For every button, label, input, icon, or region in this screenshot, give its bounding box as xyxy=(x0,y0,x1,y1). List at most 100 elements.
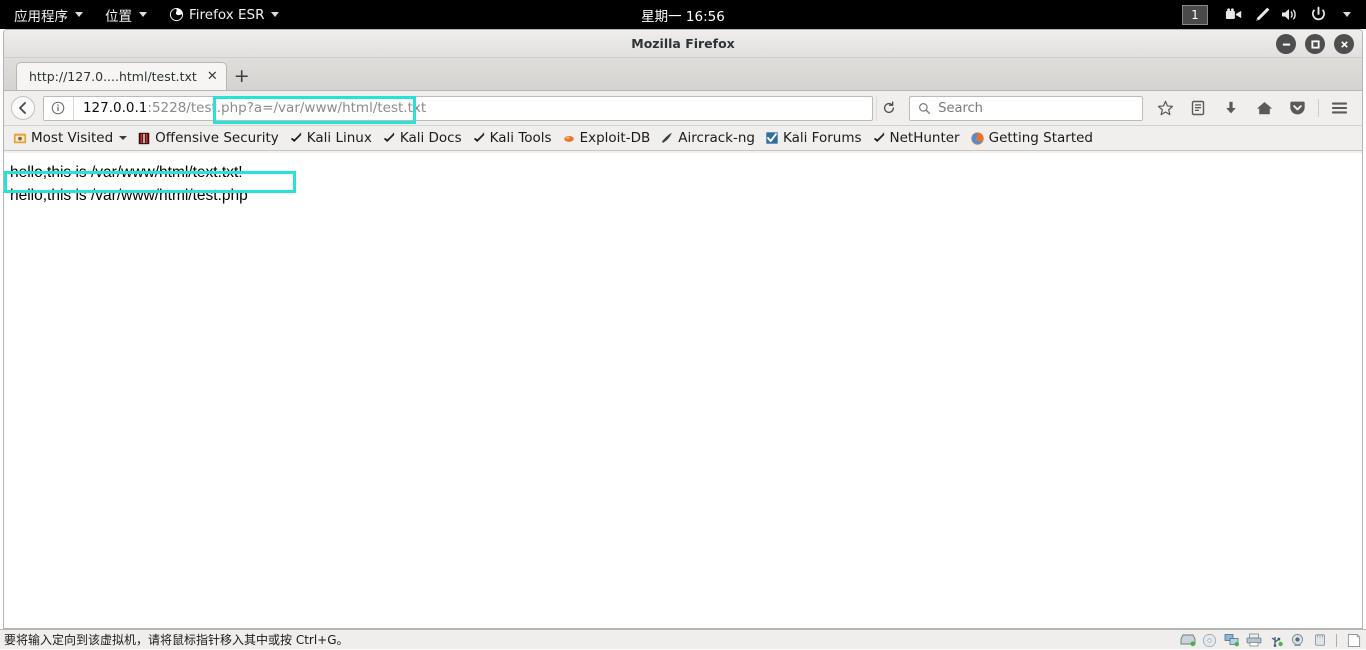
workspace-indicator[interactable]: 1 xyxy=(1182,5,1208,25)
bookmarks-toolbar: Most Visited Offensive Security Kali Lin… xyxy=(4,126,1362,151)
bookmark-star-icon[interactable] xyxy=(1149,94,1182,122)
vmware-tray-separator xyxy=(1336,634,1337,647)
page-text-line: hello,this is /var/www/html/text.txt! xyxy=(10,161,1362,184)
identity-box[interactable] xyxy=(44,97,74,120)
maximize-button[interactable] xyxy=(1305,34,1325,54)
vmware-status-message: 要将输入定向到该虚拟机，请将鼠标指针移入其中或按 Ctrl+G。 xyxy=(0,631,349,648)
minimize-button[interactable] xyxy=(1276,34,1296,54)
bookmark-kali-tools[interactable]: Kali Tools xyxy=(467,127,557,149)
power-icon[interactable] xyxy=(1304,0,1332,29)
bookmark-label: Aircrack-ng xyxy=(678,130,755,146)
video-camera-icon[interactable] xyxy=(1220,0,1248,29)
download-icon[interactable] xyxy=(1215,94,1248,122)
note-icon[interactable] xyxy=(1345,632,1362,648)
page-text-line: hello,this is /var/www/html/test.php xyxy=(10,184,1362,207)
window-title: Mozilla Firefox xyxy=(631,36,735,51)
kali-dragon-icon xyxy=(382,131,396,145)
toolbar-separator xyxy=(1318,99,1319,117)
firefox-icon xyxy=(169,7,184,22)
bookmark-label: NetHunter xyxy=(890,130,960,146)
printer-icon[interactable] xyxy=(1245,632,1262,648)
aircrack-icon xyxy=(660,131,674,145)
firefox-menu[interactable]: Firefox ESR xyxy=(158,0,290,29)
bookmark-kali-forums[interactable]: Kali Forums xyxy=(760,127,867,149)
bookmark-label: Kali Tools xyxy=(490,130,552,146)
bookmark-label: Kali Docs xyxy=(400,130,462,146)
places-menu[interactable]: 位置 xyxy=(94,0,158,29)
back-arrow-icon xyxy=(11,96,35,120)
tab-strip: http://127.0....html/test.txt ✕ + xyxy=(4,58,1362,91)
kali-dragon-icon xyxy=(872,131,886,145)
url-text[interactable]: 127.0.0.1:5228/test.php?a=/var/www/html/… xyxy=(74,100,426,116)
navigation-toolbar: 127.0.0.1:5228/test.php?a=/var/www/html/… xyxy=(4,91,1362,126)
kali-forums-icon xyxy=(765,131,779,145)
chevron-down-icon xyxy=(271,12,279,17)
search-bar[interactable]: Search xyxy=(909,96,1143,121)
menu-hamburger-icon[interactable] xyxy=(1323,94,1356,122)
chevron-down-icon xyxy=(75,12,83,17)
reload-button[interactable] xyxy=(876,96,901,121)
firefox-menu-label: Firefox ESR xyxy=(189,7,264,23)
window-controls xyxy=(1276,34,1354,54)
pen-icon[interactable] xyxy=(1248,0,1276,29)
network-icon[interactable] xyxy=(1223,632,1240,648)
kali-dragon-icon xyxy=(472,131,486,145)
vmware-status-bar: 要将输入定向到该虚拟机，请将鼠标指针移入其中或按 Ctrl+G。 xyxy=(0,629,1366,649)
bookmark-getting-started[interactable]: Getting Started xyxy=(965,127,1098,149)
removable-device-icon[interactable] xyxy=(1311,632,1328,648)
search-input-placeholder[interactable]: Search xyxy=(938,101,983,116)
applications-menu[interactable]: 应用程序 xyxy=(0,0,94,29)
toolbar-icons xyxy=(1149,94,1356,122)
bookmark-label: Most Visited xyxy=(31,130,113,146)
usb-icon[interactable] xyxy=(1267,632,1284,648)
exploit-db-icon xyxy=(562,131,576,145)
pocket-icon[interactable] xyxy=(1281,94,1314,122)
page-content: hello,this is /var/www/html/text.txt! he… xyxy=(4,153,1362,628)
reload-icon xyxy=(882,101,896,115)
volume-icon[interactable] xyxy=(1276,0,1304,29)
bookmark-exploit-db[interactable]: Exploit-DB xyxy=(557,127,656,149)
bookmark-nethunter[interactable]: NetHunter xyxy=(867,127,965,149)
bookmark-kali-docs[interactable]: Kali Docs xyxy=(377,127,467,149)
bookmark-aircrack-ng[interactable]: Aircrack-ng xyxy=(655,127,760,149)
window-titlebar: Mozilla Firefox xyxy=(4,30,1362,58)
firefox-icon xyxy=(970,131,985,146)
new-tab-button[interactable]: + xyxy=(227,62,257,90)
kali-dragon-icon xyxy=(289,131,303,145)
offensive-security-icon xyxy=(137,131,151,146)
browser-tab-label: http://127.0....html/test.txt xyxy=(29,69,197,84)
library-icon[interactable] xyxy=(1182,94,1215,122)
info-circle-icon xyxy=(51,101,65,115)
gnome-top-panel: 应用程序 位置 Firefox ESR 星期一 16:56 1 xyxy=(0,0,1366,29)
places-menu-label: 位置 xyxy=(105,5,132,25)
chevron-down-icon xyxy=(119,136,127,140)
chevron-down-icon xyxy=(139,12,147,17)
bookmark-label: Offensive Security xyxy=(155,130,279,146)
panel-tray: 1 xyxy=(1182,0,1360,29)
most-visited-icon xyxy=(13,131,27,145)
hard-disk-icon[interactable] xyxy=(1179,632,1196,648)
browser-tab-active[interactable]: http://127.0....html/test.txt ✕ xyxy=(16,62,227,90)
url-host: 127.0.0.1 xyxy=(83,100,147,116)
bookmark-most-visited[interactable]: Most Visited xyxy=(8,127,132,149)
bookmark-label: Kali Forums xyxy=(783,130,862,146)
chevron-down-icon[interactable] xyxy=(1332,0,1360,29)
home-icon[interactable] xyxy=(1248,94,1281,122)
close-button[interactable] xyxy=(1334,34,1354,54)
chevron-down-glyph xyxy=(1343,12,1351,17)
url-path: :5228/test.php?a=/var/www/html/test.txt xyxy=(147,100,426,116)
applications-menu-label: 应用程序 xyxy=(14,5,68,25)
bookmark-label: Kali Linux xyxy=(307,130,372,146)
bookmark-label: Getting Started xyxy=(989,130,1093,146)
firefox-window: Mozilla Firefox http://127.0....html/tes… xyxy=(3,29,1363,629)
vmware-device-tray xyxy=(1179,630,1362,650)
bookmark-offensive-security[interactable]: Offensive Security xyxy=(132,127,284,149)
search-icon xyxy=(918,102,931,115)
back-button[interactable] xyxy=(10,95,37,121)
cd-dvd-icon[interactable] xyxy=(1201,632,1218,648)
webcam-icon[interactable] xyxy=(1289,632,1306,648)
bookmark-label: Exploit-DB xyxy=(580,130,651,146)
tab-close-icon[interactable]: ✕ xyxy=(207,69,218,84)
bookmark-kali-linux[interactable]: Kali Linux xyxy=(284,127,377,149)
url-bar[interactable]: 127.0.0.1:5228/test.php?a=/var/www/html/… xyxy=(43,96,873,121)
